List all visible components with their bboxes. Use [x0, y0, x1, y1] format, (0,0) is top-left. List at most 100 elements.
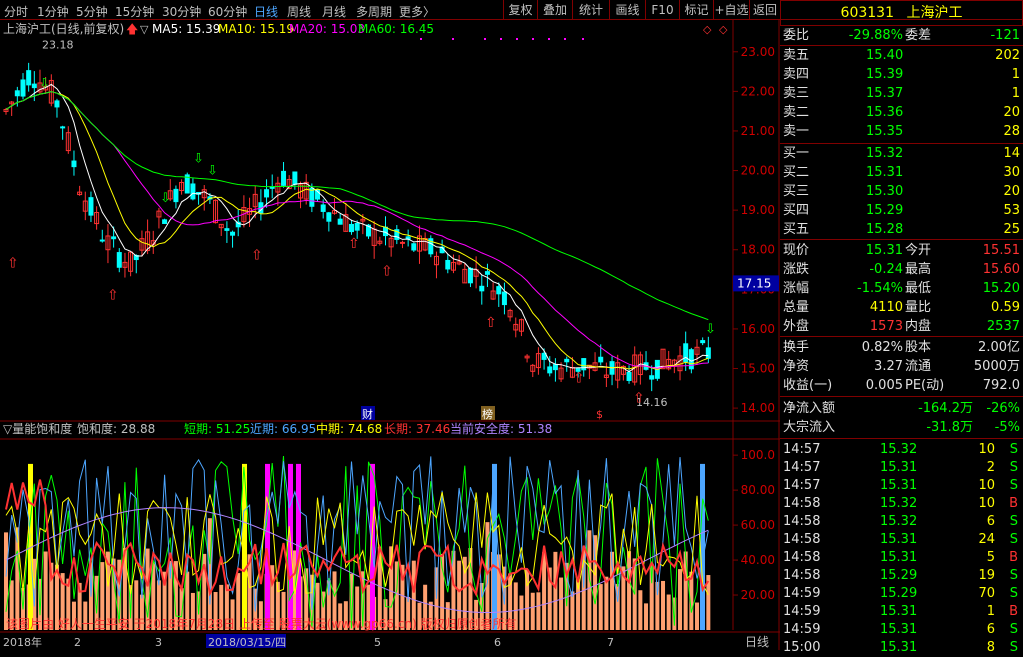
- period-tab-9[interactable]: 多周期: [356, 3, 392, 20]
- tick-side: S: [1009, 622, 1018, 637]
- period-tab-5[interactable]: 60分钟: [208, 3, 247, 20]
- indicator-tick-label: 40.00: [741, 553, 775, 567]
- stat-label: 涨幅: [783, 281, 810, 296]
- weibi-label: 委比: [783, 28, 810, 43]
- period-tab-2[interactable]: 5分钟: [76, 3, 108, 20]
- candle-body: [467, 267, 473, 284]
- period-tab-8[interactable]: 月线: [322, 3, 346, 20]
- toolbar-button-6[interactable]: +自选: [713, 0, 749, 20]
- candle-body: [552, 364, 558, 371]
- current-price-label: 17.15: [737, 276, 771, 290]
- bid-row: 买二 15.31 30: [780, 163, 1023, 182]
- tick-row: 14:58 15.31 5 B: [780, 548, 1023, 567]
- candle-body: [20, 79, 26, 97]
- price-tick-label: 21.00: [741, 124, 775, 138]
- price-tick-label: 15.00: [741, 362, 775, 376]
- candle-body: [281, 170, 287, 186]
- tick-volume: 6: [986, 514, 995, 529]
- candle-body: [264, 189, 270, 198]
- buy-arrow-icon: ⇧: [251, 248, 263, 264]
- period-tab-7[interactable]: 周线: [287, 3, 311, 20]
- ma-label-2: MA20: 15.03: [289, 22, 365, 36]
- buy-arrow-icon: ⇧: [485, 315, 497, 331]
- date-label-1: 2: [74, 636, 81, 649]
- candle-body: [26, 70, 32, 86]
- saturation-bar: [604, 576, 609, 630]
- ask-row: 卖四 15.39 1: [780, 65, 1023, 84]
- bid-price: 15.28: [866, 222, 904, 237]
- candle-body: [309, 187, 315, 207]
- tick-row: 14:58 15.31 24 S: [780, 530, 1023, 549]
- diamond-icon-2: ◇: [719, 23, 728, 36]
- flow-row: 净流入额 -164.2万 -26%: [780, 399, 1023, 418]
- saturation-bar: [519, 595, 524, 630]
- period-tab-3[interactable]: 15分钟: [115, 3, 154, 20]
- stat2-label-2: PE(动): [905, 378, 945, 393]
- tick-volume: 8: [986, 640, 995, 655]
- tick-side: S: [1009, 532, 1018, 547]
- tick-price: 15.31: [880, 640, 918, 655]
- up-arrow-icon: 🡅: [126, 22, 138, 36]
- separator: [780, 396, 1023, 397]
- indicator-value: 饱和度: 28.88: [77, 421, 155, 436]
- candle-body: [337, 218, 343, 225]
- toolbar-button-5[interactable]: 标记: [679, 0, 713, 20]
- toolbar-button-3[interactable]: 画线: [609, 0, 645, 20]
- period-tab-0[interactable]: 分时: [4, 3, 28, 20]
- stat-row: 现价 15.31 今开 15.51: [780, 241, 1023, 260]
- candle-body: [683, 343, 689, 363]
- period-tab-6[interactable]: 日线: [254, 3, 278, 20]
- bid-price: 15.31: [866, 165, 904, 180]
- candle-body: [173, 188, 179, 203]
- chart-title: 上海沪工(日线,前复权): [3, 21, 124, 36]
- indicator-name: ▽量能饱和度: [3, 421, 72, 436]
- stat-value-2: 0.59: [991, 300, 1020, 315]
- tick-price: 15.31: [880, 604, 918, 619]
- candle-body: [292, 171, 298, 185]
- tick-time: 15:00: [783, 640, 821, 655]
- tick-time: 14:59: [783, 586, 821, 601]
- candle-body: [382, 226, 388, 237]
- tick-volume: 10: [978, 478, 995, 493]
- ask-volume: 28: [1003, 124, 1020, 139]
- stat2-label-2: 股本: [905, 340, 932, 355]
- buy-arrow-icon: ⇧: [573, 370, 585, 386]
- candle-body: [224, 228, 230, 231]
- period-tab-1[interactable]: 1分钟: [37, 3, 69, 20]
- toolbar-button-2[interactable]: 统计: [572, 0, 609, 20]
- stat-value: -1.54%: [857, 281, 903, 296]
- tick-price: 15.31: [880, 550, 918, 565]
- kline-chart[interactable]: 23.0022.0021.0020.0019.0018.0017.0016.00…: [0, 20, 780, 650]
- separator: [780, 438, 1023, 439]
- stat2-value-2: 5000万: [973, 359, 1020, 374]
- tick-time: 14:58: [783, 550, 821, 565]
- indicator-series-label-1: 近期: 66.95: [250, 422, 316, 436]
- sell-arrow-icon: ⇩: [160, 191, 171, 206]
- stat2-value: 3.27: [874, 359, 903, 374]
- toolbar-button-0[interactable]: 复权: [503, 0, 537, 20]
- tick-volume: 19: [978, 568, 995, 583]
- tick-time: 14:58: [783, 532, 821, 547]
- flow-row: 大宗流入 -31.8万 -5%: [780, 418, 1023, 437]
- marker-dot: [582, 38, 584, 40]
- price-tick-label: 19.00: [741, 203, 775, 217]
- saturation-bar: [4, 532, 8, 630]
- bid-volume: 30: [1003, 165, 1020, 180]
- toolbar-button-1[interactable]: 叠加: [537, 0, 572, 20]
- high-price-label: 23.18: [42, 39, 74, 52]
- stat-row: 涨跌 -0.24 最高 15.60: [780, 260, 1023, 279]
- saturation-bar: [661, 580, 666, 630]
- period-tab-4[interactable]: 30分钟: [162, 3, 201, 20]
- period-tab-10[interactable]: 更多〉: [399, 3, 435, 20]
- candle-body: [111, 236, 117, 240]
- event-marker-2: $: [596, 408, 603, 421]
- toolbar-button-4[interactable]: F10: [645, 0, 679, 20]
- tick-row: 14:57 15.31 2 S: [780, 458, 1023, 477]
- tick-price: 15.31: [880, 478, 918, 493]
- candle-body: [190, 183, 196, 200]
- toolbar-button-7[interactable]: 返回: [749, 0, 780, 20]
- tick-price: 15.31: [880, 622, 918, 637]
- stat-label: 外盘: [783, 319, 810, 334]
- candle-body: [626, 371, 632, 381]
- marker-dot: [564, 38, 566, 40]
